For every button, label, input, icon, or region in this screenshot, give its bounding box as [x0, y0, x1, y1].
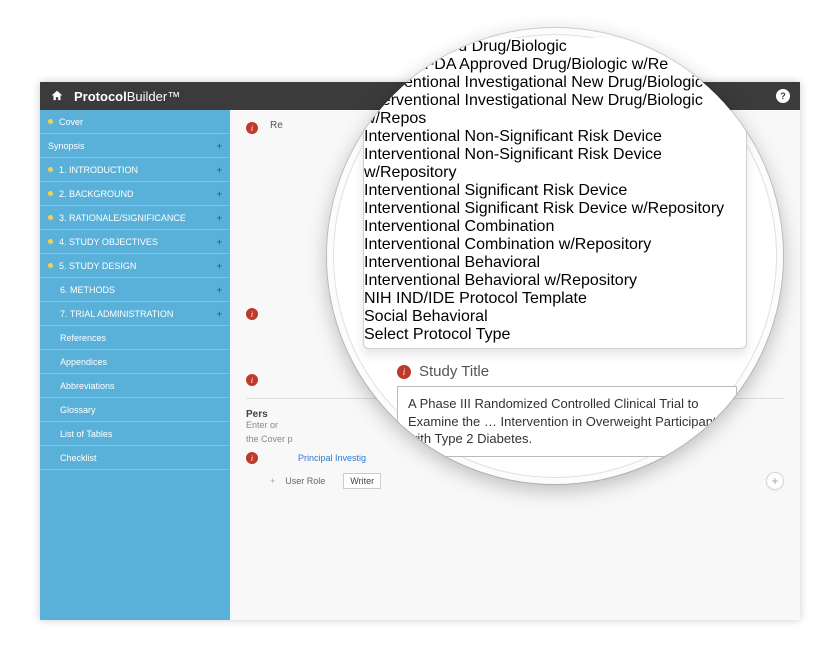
sidebar: Cover Synopsis + 1. INTRODUCTION + 2. BACK… [40, 110, 230, 620]
info-icon[interactable]: i [246, 374, 258, 386]
dropdown-option-selected[interactable]: Social Behavioral [364, 308, 746, 326]
dropdown-option[interactable]: Interventional Investigational New Drug/… [364, 92, 746, 128]
info-icon[interactable]: i [246, 308, 258, 320]
sidebar-item-label: 6. METHODS [60, 285, 115, 295]
add-button[interactable]: + [717, 432, 735, 450]
sidebar-item-synopsis[interactable]: Synopsis + [40, 134, 230, 158]
sidebar-item-abbreviations[interactable]: Abbreviations [40, 374, 230, 398]
sidebar-item-glossary[interactable]: Glossary [40, 398, 230, 422]
dropdown-option[interactable]: Interventional Significant Risk Device [364, 182, 746, 200]
dropdown-option[interactable]: FDA Approved Drug/Biologic [364, 38, 746, 56]
magnifier-lens: Layout FDA Approved Drug/Biologic ention… [327, 28, 783, 484]
sidebar-item-label: 4. STUDY OBJECTIVES [59, 237, 158, 247]
brand-text: ProtocolBuilder™ [74, 89, 180, 104]
sidebar-item-checklist[interactable]: Checklist [40, 446, 230, 470]
dropdown-option[interactable]: NIH IND/IDE Protocol Template [364, 290, 746, 308]
sidebar-item-label: 3. RATIONALE/SIGNIFICANCE [59, 213, 186, 223]
sidebar-item-label: Appendices [60, 357, 107, 367]
home-icon[interactable] [50, 89, 64, 103]
study-title-input[interactable]: A Phase III Randomized Controlled Clinic… [397, 386, 737, 457]
add-role-icon[interactable]: + [270, 476, 275, 486]
dropdown-option[interactable]: Interventional Combination [364, 218, 746, 236]
sidebar-item-label: 1. INTRODUCTION [59, 165, 138, 175]
protocol-type-dropdown[interactable]: FDA Approved Drug/Biologic entional FDA … [363, 38, 747, 349]
sidebar-item-label: Glossary [60, 405, 96, 415]
dropdown-option[interactable]: Interventional Investigational New Drug/… [364, 74, 746, 92]
expand-icon[interactable]: + [217, 237, 222, 247]
info-icon[interactable]: i [246, 122, 258, 134]
expand-icon[interactable]: + [217, 261, 222, 271]
brand-bold: Protocol [74, 89, 127, 104]
dropdown-option[interactable]: Interventional Behavioral w/Repository [364, 272, 746, 290]
dropdown-option[interactable]: Interventional Behavioral [364, 254, 746, 272]
dropdown-option[interactable]: Interventional Significant Risk Device w… [364, 200, 746, 218]
sidebar-item-trial-admin[interactable]: 7. TRIAL ADMINISTRATION + [40, 302, 230, 326]
sidebar-item-label: 5. STUDY DESIGN [59, 261, 136, 271]
expand-icon[interactable]: + [217, 189, 222, 199]
sidebar-item-objectives[interactable]: 4. STUDY OBJECTIVES + [40, 230, 230, 254]
sidebar-item-label: Checklist [60, 453, 97, 463]
info-icon[interactable]: i [351, 384, 367, 400]
expand-icon[interactable]: + [217, 309, 222, 319]
sidebar-item-label: Cover [59, 117, 83, 127]
expand-icon[interactable]: + [217, 165, 222, 175]
dropdown-option[interactable]: Interventional Non-Significant Risk Devi… [364, 146, 746, 182]
sidebar-item-appendices[interactable]: Appendices [40, 350, 230, 374]
brand-tm: ™ [167, 89, 180, 104]
sidebar-item-label: 2. BACKGROUND [59, 189, 134, 199]
sidebar-item-background[interactable]: 2. BACKGROUND + [40, 182, 230, 206]
study-title-label: Study Title [419, 363, 489, 380]
sidebar-item-list-of-tables[interactable]: List of Tables [40, 422, 230, 446]
dropdown-option-placeholder[interactable]: Select Protocol Type [364, 326, 746, 344]
sidebar-item-references[interactable]: References [40, 326, 230, 350]
sidebar-item-study-design[interactable]: 5. STUDY DESIGN + [40, 254, 230, 278]
expand-icon[interactable]: + [217, 285, 222, 295]
expand-icon[interactable]: + [217, 213, 222, 223]
dropdown-option[interactable]: Interventional Combination w/Repository [364, 236, 746, 254]
sidebar-item-introduction[interactable]: 1. INTRODUCTION + [40, 158, 230, 182]
study-number-label: Study Number [397, 471, 493, 484]
expand-icon[interactable]: + [217, 141, 222, 151]
sidebar-item-methods[interactable]: 6. METHODS + [40, 278, 230, 302]
sidebar-item-cover[interactable]: Cover [40, 110, 230, 134]
user-role-label: User Role [285, 476, 325, 486]
sidebar-item-label: Abbreviations [60, 381, 115, 391]
sidebar-item-rationale[interactable]: 3. RATIONALE/SIGNIFICANCE + [40, 206, 230, 230]
sidebar-item-label: List of Tables [60, 429, 112, 439]
info-icon[interactable]: i [397, 365, 411, 379]
info-icon[interactable]: i [246, 452, 258, 464]
sidebar-item-label: 7. TRIAL ADMINISTRATION [60, 309, 173, 319]
dropdown-option[interactable]: entional FDA Approved Drug/Biologic w/Re [364, 56, 746, 74]
sidebar-item-label: Synopsis [48, 141, 85, 151]
sidebar-item-label: References [60, 333, 106, 343]
brand-light: Builder [127, 89, 167, 104]
dropdown-option[interactable]: Interventional Non-Significant Risk Devi… [364, 128, 746, 146]
section-label: Re [270, 120, 283, 131]
